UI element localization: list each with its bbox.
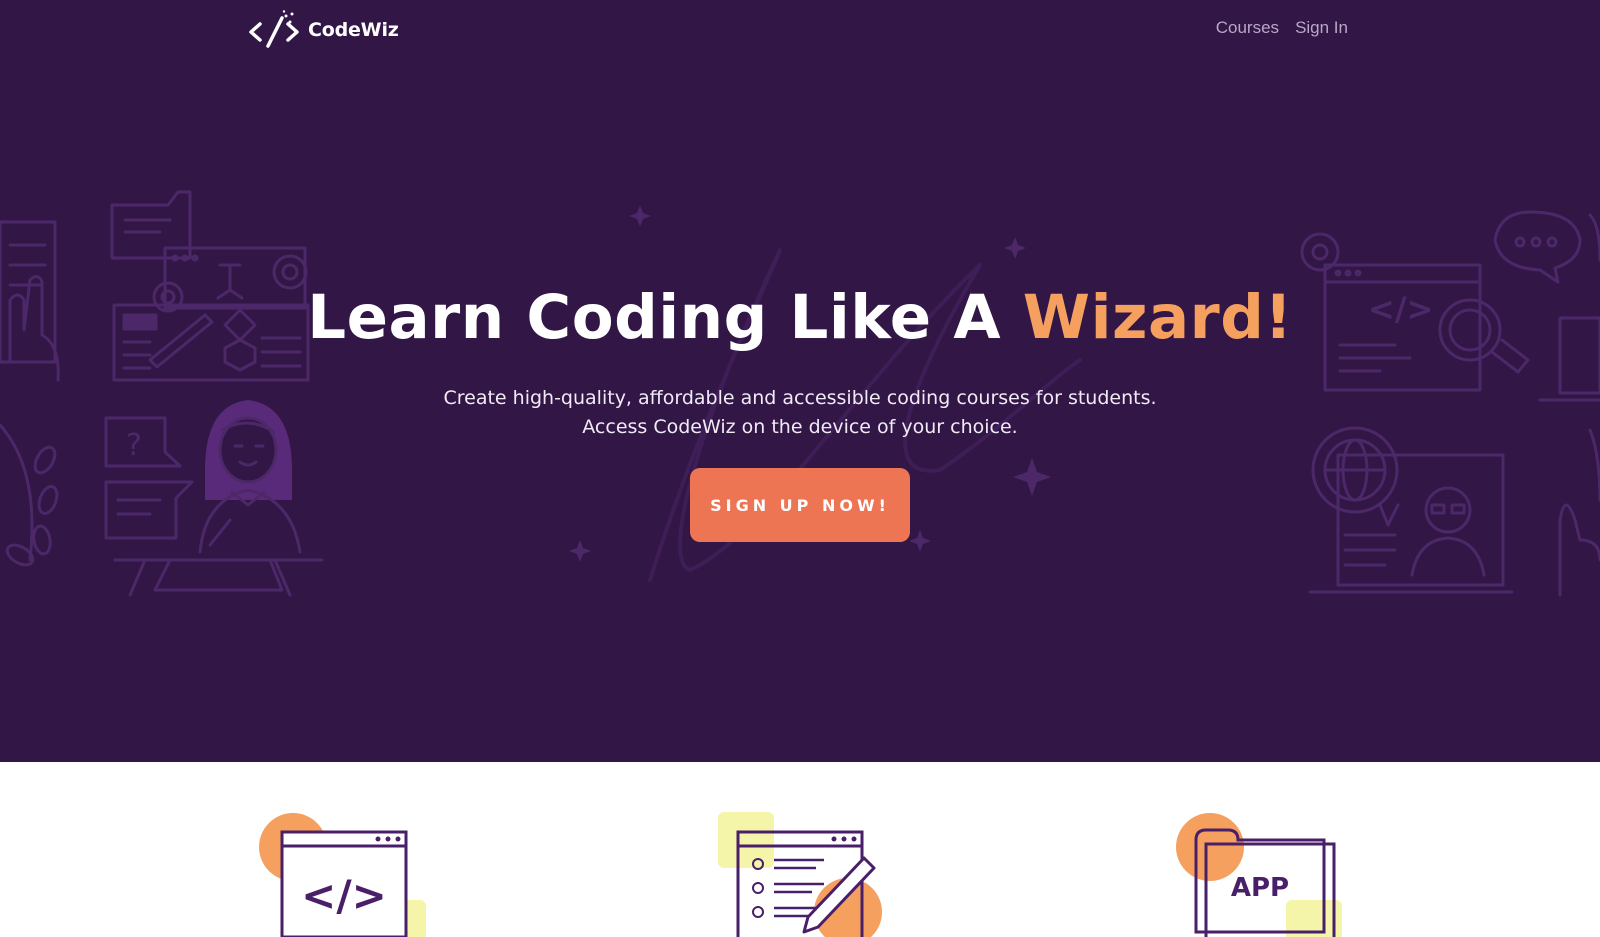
headline-accent-text: Wizard!: [1022, 282, 1293, 353]
hero-subtitle-line2: Access CodeWiz on the device of your cho…: [582, 416, 1018, 438]
code-wand-logo-icon: [249, 10, 299, 48]
sign-up-button[interactable]: SIGN UP NOW!: [690, 468, 910, 542]
code-window-icon: </>: [259, 813, 426, 937]
headline-main-text: Learn Coding Like A: [307, 282, 1023, 353]
app-label: APP: [1231, 873, 1289, 903]
top-navbar: CodeWiz Courses Sign In: [0, 0, 1600, 64]
hero-background-illustration: ? </>: [0, 0, 1600, 762]
nav-link-courses[interactable]: Courses: [1216, 18, 1279, 38]
hero-subtitle-line1: Create high-quality, affordable and acce…: [443, 387, 1157, 409]
brand-logo[interactable]: CodeWiz: [248, 10, 399, 50]
brand-name: CodeWiz: [308, 19, 399, 41]
hero-headline: Learn Coding Like A Wizard!: [0, 282, 1600, 353]
nav-links: Courses Sign In: [1216, 18, 1348, 38]
features-section: </> APP: [0, 762, 1600, 937]
hero-section: ? </> CodeWiz Courses Sign In Learn Codi…: [0, 0, 1600, 762]
code-glyph: </>: [301, 871, 387, 920]
app-icon: APP: [1176, 813, 1342, 937]
nav-link-sign-in[interactable]: Sign In: [1295, 18, 1348, 38]
checklist-pencil-icon: [718, 812, 882, 937]
